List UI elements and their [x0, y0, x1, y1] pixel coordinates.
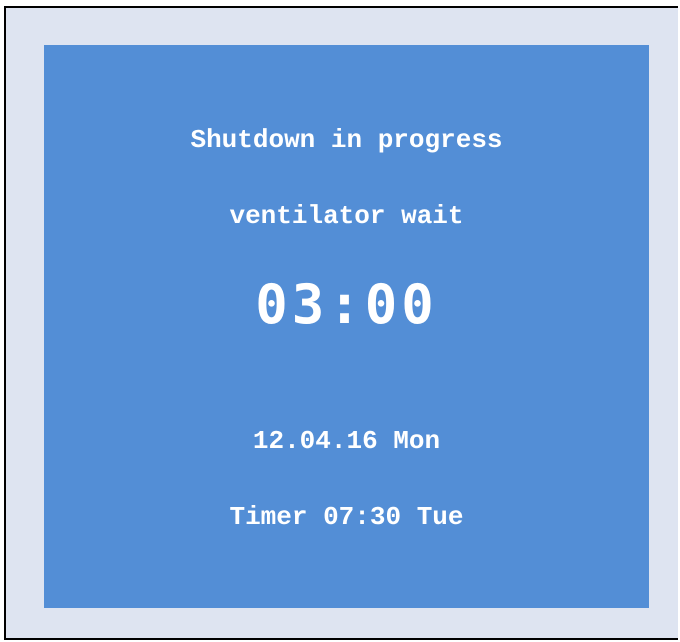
- display-screen: Shutdown in progress ventilator wait 03:…: [44, 45, 649, 608]
- status-text: Shutdown in progress: [190, 125, 503, 155]
- substatus-text: ventilator wait: [229, 201, 464, 231]
- device-frame: Shutdown in progress ventilator wait 03:…: [4, 6, 678, 640]
- timer-setting: Timer 07:30 Tue: [229, 502, 464, 532]
- date-display: 12.04.16 Mon: [252, 426, 441, 456]
- countdown-timer: 03:00: [255, 273, 438, 336]
